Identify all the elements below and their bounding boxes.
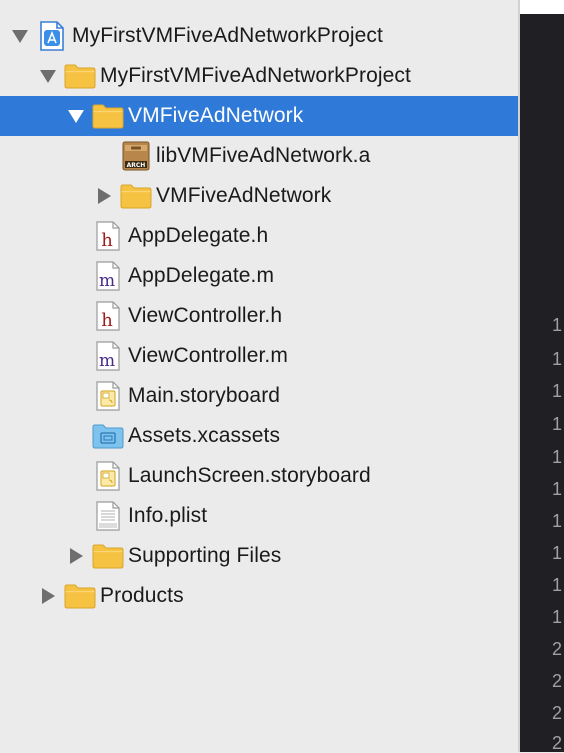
storyboard-file-icon (92, 380, 124, 412)
tree-row-label: Info.plist (128, 504, 208, 527)
disclosure-triangle-expanded-icon[interactable] (38, 66, 58, 86)
folder-icon (64, 580, 96, 612)
folder-icon (92, 540, 124, 572)
line-number: 1 (552, 607, 563, 627)
xcode-project-icon (36, 20, 68, 52)
tree-row-file-appdelegate-h[interactable]: h AppDelegate.h (0, 216, 518, 256)
folder-icon (120, 180, 152, 212)
tree-row-file-viewcontroller-m[interactable]: m ViewController.m (0, 336, 518, 376)
tree-row-project[interactable]: MyFirstVMFiveAdNetworkProject (0, 16, 518, 56)
tree-row-group-vmfiveadnetwork-nested[interactable]: VMFiveAdNetwork (0, 176, 518, 216)
tree-row-label: VMFiveAdNetwork (156, 184, 332, 207)
folder-icon (64, 60, 96, 92)
tree-row-file-main-storyboard[interactable]: Main.storyboard (0, 376, 518, 416)
svg-text:ARCH: ARCH (127, 162, 146, 169)
objc-source-file-icon: m (92, 340, 124, 372)
tree-row-file-library[interactable]: ARCH libVMFiveAdNetwork.a (0, 136, 518, 176)
tree-row-group-supporting-files[interactable]: Supporting Files (0, 536, 518, 576)
tree-row-label: ViewController.m (128, 344, 288, 367)
tree-row-group-vmfiveadnetwork-selected[interactable]: VMFiveAdNetwork (0, 96, 518, 136)
tree-row-label: AppDelegate.m (128, 264, 275, 287)
source-editor[interactable]: 1 1 1 1 1 1 1 1 1 1 2 2 2 2 (520, 0, 564, 753)
folder-icon (92, 100, 124, 132)
asset-catalog-folder-icon (92, 420, 124, 452)
editor-jump-bar (520, 0, 564, 14)
tree-row-label: Main.storyboard (128, 384, 281, 407)
plist-file-icon (92, 500, 124, 532)
tree-row-file-viewcontroller-h[interactable]: h ViewController.h (0, 296, 518, 336)
tree-row-label: VMFiveAdNetwork (128, 104, 304, 127)
header-file-icon: h (92, 300, 124, 332)
tree-row-label: Supporting Files (128, 544, 282, 567)
tree-row-label: MyFirstVMFiveAdNetworkProject (100, 64, 411, 87)
line-number: 2 (552, 703, 563, 723)
tree-row-file-appdelegate-m[interactable]: m AppDelegate.m (0, 256, 518, 296)
project-navigator: MyFirstVMFiveAdNetworkProject MyFirstVMF… (0, 0, 518, 752)
line-number: 1 (552, 315, 563, 335)
line-number: 2 (552, 671, 563, 691)
tree-row-label: Assets.xcassets (128, 424, 281, 447)
line-number: 1 (552, 349, 563, 369)
line-number: 1 (552, 575, 563, 595)
tree-row-file-launchscreen-storyboard[interactable]: LaunchScreen.storyboard (0, 456, 518, 496)
storyboard-file-icon (92, 460, 124, 492)
svg-text:m: m (99, 351, 115, 371)
line-number: 1 (552, 414, 563, 434)
tree-row-asset-catalog[interactable]: Assets.xcassets (0, 416, 518, 456)
archive-library-icon: ARCH (120, 140, 152, 172)
disclosure-triangle-collapsed-icon[interactable] (38, 586, 58, 606)
svg-text:m: m (99, 271, 115, 291)
svg-text:h: h (101, 230, 113, 251)
disclosure-triangle-collapsed-icon[interactable] (66, 546, 86, 566)
line-number: 2 (552, 733, 563, 753)
tree-row-label: Products (100, 584, 184, 607)
line-number: 1 (552, 479, 563, 499)
svg-text:h: h (101, 310, 113, 331)
objc-source-file-icon: m (92, 260, 124, 292)
tree-row-group-products[interactable]: Products (0, 576, 518, 616)
tree-row-file-info-plist[interactable]: Info.plist (0, 496, 518, 536)
tree-row-label: ViewController.h (128, 304, 283, 327)
header-file-icon: h (92, 220, 124, 252)
disclosure-triangle-expanded-icon[interactable] (66, 106, 86, 126)
tree-row-label: libVMFiveAdNetwork.a (156, 144, 371, 167)
tree-row-label: AppDelegate.h (128, 224, 269, 247)
tree-row-label: LaunchScreen.storyboard (128, 464, 371, 487)
tree-row-group-main[interactable]: MyFirstVMFiveAdNetworkProject (0, 56, 518, 96)
disclosure-triangle-expanded-icon[interactable] (10, 26, 30, 46)
line-number: 1 (552, 447, 563, 467)
line-number: 2 (552, 639, 563, 659)
disclosure-triangle-collapsed-icon[interactable] (94, 186, 114, 206)
line-number: 1 (552, 511, 563, 531)
line-number: 1 (552, 543, 563, 563)
tree-row-label: MyFirstVMFiveAdNetworkProject (72, 24, 383, 47)
line-number: 1 (552, 381, 563, 401)
